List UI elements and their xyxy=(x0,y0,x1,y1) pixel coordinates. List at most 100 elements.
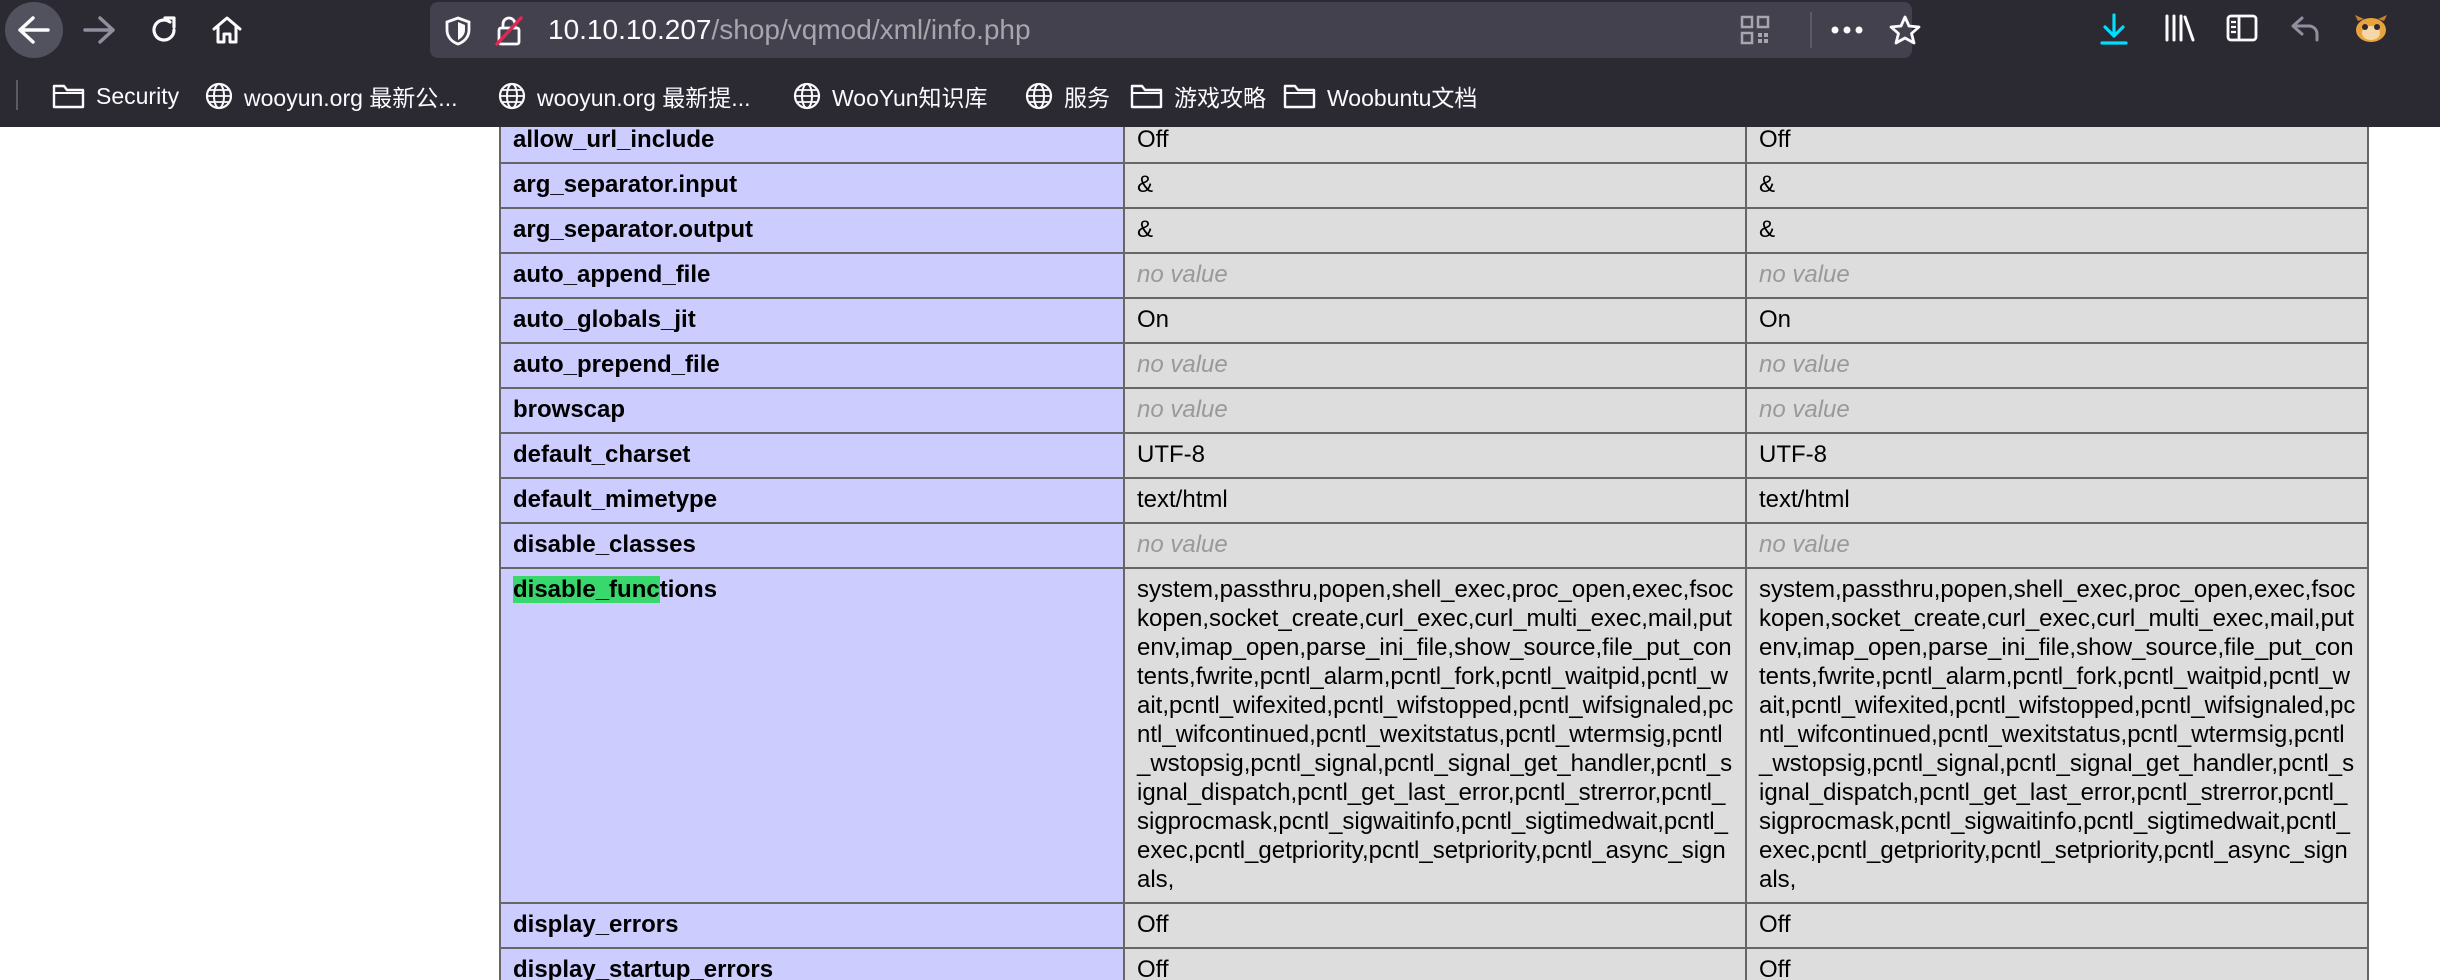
master-value: no value xyxy=(1745,522,2369,569)
no-value: no value xyxy=(1137,396,1228,423)
bookmark-wooyun-latest-public[interactable]: wooyun.org 最新公... xyxy=(204,78,457,114)
local-value: no value xyxy=(1123,252,1747,299)
master-value: Off xyxy=(1745,947,2369,980)
table-row: allow_url_include Off Off xyxy=(499,127,2369,164)
url-host: 10.10.10.207 xyxy=(548,14,712,45)
page-content: allow_url_include Off Off arg_separator.… xyxy=(0,127,2440,980)
local-value: Off xyxy=(1123,947,1747,980)
local-value: Off xyxy=(1123,127,1747,164)
table-row: default_mimetype text/html text/html xyxy=(499,477,2369,524)
no-value: no value xyxy=(1759,351,1850,378)
url-text[interactable]: 10.10.10.207/shop/vqmod/xml/info.php xyxy=(548,14,1031,46)
master-value: On xyxy=(1745,297,2369,344)
url-path: /shop/vqmod/xml/info.php xyxy=(711,14,1031,45)
master-value: & xyxy=(1745,162,2369,209)
folder-icon xyxy=(1283,84,1316,109)
navigation-toolbar: 10.10.10.207/shop/vqmod/xml/info.php xyxy=(0,0,2440,60)
home-icon xyxy=(212,16,242,44)
bookmark-label: Woobuntu文档 xyxy=(1327,85,1478,111)
directive-name: default_charset xyxy=(499,432,1125,479)
table-row: browscap no value no value xyxy=(499,387,2369,434)
bookmark-woobuntu-docs[interactable]: Woobuntu文档 xyxy=(1283,78,1477,114)
find-highlight: disable_func xyxy=(513,576,660,603)
directive-name-rest: tions xyxy=(659,576,718,603)
back-button[interactable] xyxy=(5,2,63,58)
download-icon[interactable] xyxy=(2098,12,2130,46)
bookmark-label: Security xyxy=(96,82,180,109)
folder-icon xyxy=(1130,84,1163,109)
master-value: Off xyxy=(1745,127,2369,164)
no-value: no value xyxy=(1759,261,1850,288)
library-icon[interactable] xyxy=(2163,12,2197,44)
no-value: no value xyxy=(1137,351,1228,378)
table-row: disable_classes no value no value xyxy=(499,522,2369,569)
globe-icon xyxy=(793,82,821,110)
phpinfo-core-table: allow_url_include Off Off arg_separator.… xyxy=(499,127,2369,980)
table-row-disable-functions: disable_functions system,passthru,popen,… xyxy=(499,567,2369,904)
reload-button[interactable] xyxy=(135,2,193,58)
table-row: arg_separator.output & & xyxy=(499,207,2369,254)
local-value: Off xyxy=(1123,902,1747,949)
local-value: text/html xyxy=(1123,477,1747,524)
table-row: display_errors Off Off xyxy=(499,902,2369,949)
local-value: no value xyxy=(1123,522,1747,569)
directive-name: display_errors xyxy=(499,902,1125,949)
bookmarks-divider xyxy=(16,80,18,110)
directive-name: browscap xyxy=(499,387,1125,434)
table-row: auto_prepend_file no value no value xyxy=(499,342,2369,389)
directive-name: arg_separator.output xyxy=(499,207,1125,254)
qr-code-icon[interactable] xyxy=(1740,15,1770,45)
directive-name: auto_globals_jit xyxy=(499,297,1125,344)
directive-name: default_mimetype xyxy=(499,477,1125,524)
directive-name: auto_append_file xyxy=(499,252,1125,299)
forward-arrow-icon xyxy=(83,16,115,44)
globe-icon xyxy=(498,82,526,110)
home-button[interactable] xyxy=(198,2,256,58)
forward-button[interactable] xyxy=(70,2,128,58)
sidebar-icon[interactable] xyxy=(2225,12,2259,44)
local-value: no value xyxy=(1123,387,1747,434)
globe-icon xyxy=(205,82,233,110)
directive-name: allow_url_include xyxy=(499,127,1125,164)
undo-icon[interactable] xyxy=(2289,12,2323,44)
extension-icon[interactable] xyxy=(2352,12,2390,46)
browser-chrome: 10.10.10.207/shop/vqmod/xml/info.php Sec… xyxy=(0,0,2440,127)
bookmark-game-guides[interactable]: 游戏攻略 xyxy=(1130,78,1266,114)
globe-icon xyxy=(1025,82,1053,110)
bookmarks-toolbar: Security wooyun.org 最新公... wooyun.org 最新… xyxy=(0,68,2440,124)
table-row: auto_globals_jit On On xyxy=(499,297,2369,344)
table-row: arg_separator.input & & xyxy=(499,162,2369,209)
master-value: text/html xyxy=(1745,477,2369,524)
bookmark-wooyun-knowledge[interactable]: WooYun知识库 xyxy=(792,78,988,114)
back-arrow-icon xyxy=(18,16,50,44)
directive-name: disable_classes xyxy=(499,522,1125,569)
bookmark-services[interactable]: 服务 xyxy=(1024,78,1110,114)
url-bar[interactable]: 10.10.10.207/shop/vqmod/xml/info.php xyxy=(430,2,1921,58)
master-value: UTF-8 xyxy=(1745,432,2369,479)
no-value: no value xyxy=(1137,261,1228,288)
directive-name: disable_functions xyxy=(499,567,1125,904)
no-value: no value xyxy=(1137,531,1228,558)
url-bar-divider xyxy=(1810,12,1812,48)
no-value: no value xyxy=(1759,396,1850,423)
directive-name: auto_prepend_file xyxy=(499,342,1125,389)
bookmark-label: 服务 xyxy=(1064,85,1110,111)
directive-name: display_startup_errors xyxy=(499,947,1125,980)
insecure-lock-icon[interactable] xyxy=(494,15,524,47)
table-row: display_startup_errors Off Off xyxy=(499,947,2369,980)
reload-icon xyxy=(152,16,176,42)
local-value: On xyxy=(1123,297,1747,344)
bookmark-wooyun-latest-submit[interactable]: wooyun.org 最新提... xyxy=(497,78,750,114)
more-icon[interactable] xyxy=(1830,16,1864,44)
local-value: & xyxy=(1123,162,1747,209)
table-row: default_charset UTF-8 UTF-8 xyxy=(499,432,2369,479)
directive-name: arg_separator.input xyxy=(499,162,1125,209)
star-icon[interactable] xyxy=(1888,14,1922,46)
table-row: auto_append_file no value no value xyxy=(499,252,2369,299)
local-value: UTF-8 xyxy=(1123,432,1747,479)
bookmark-label: wooyun.org 最新公... xyxy=(244,85,458,111)
master-value: no value xyxy=(1745,342,2369,389)
bookmark-security[interactable]: Security xyxy=(52,78,179,114)
shield-icon[interactable] xyxy=(444,16,472,46)
master-value: no value xyxy=(1745,252,2369,299)
